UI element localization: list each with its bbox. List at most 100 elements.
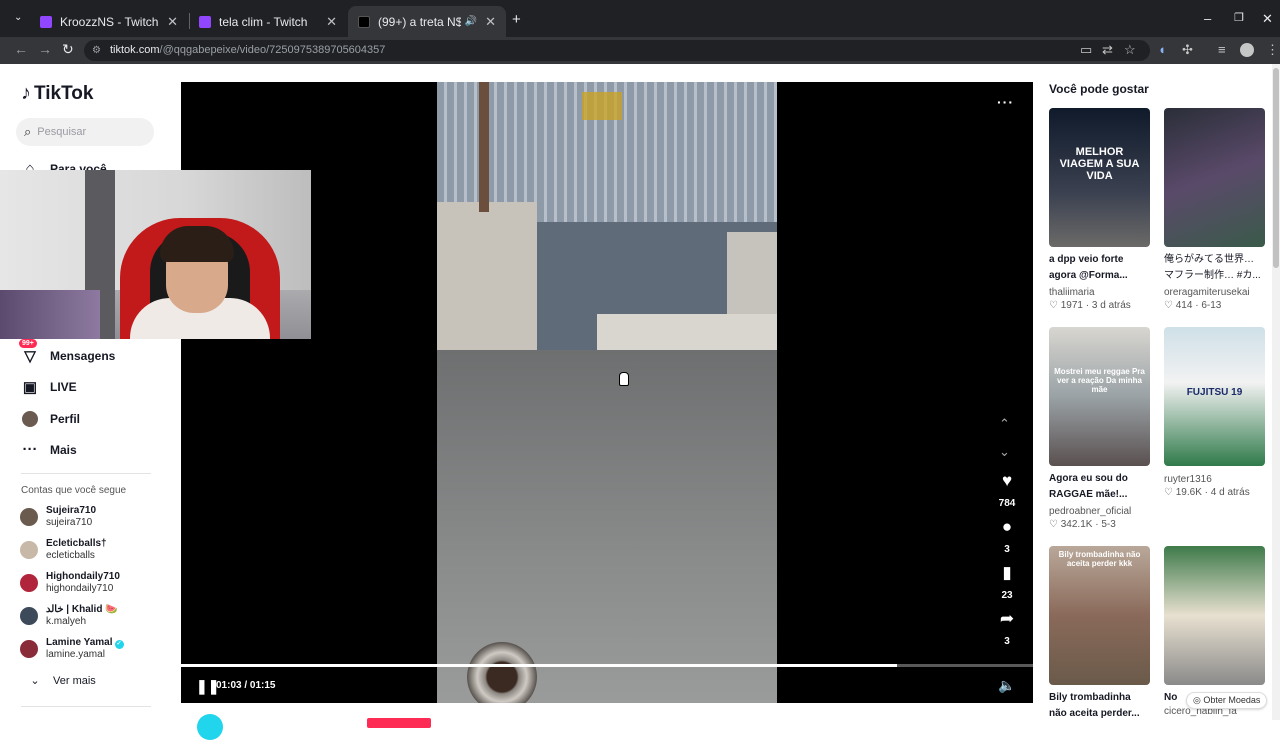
address-toolbar: ← → ↻ ⚙ tiktok.com/@qqgabepeixe/video/72… bbox=[0, 37, 1280, 64]
thumbnail-overlay-text: Mostrei meu reggae Pra ver a reação Da m… bbox=[1054, 367, 1145, 394]
rec-user: thaliimaria bbox=[1049, 287, 1095, 298]
rec-caption: a dpp veio forte agora @Forma... bbox=[1049, 254, 1128, 281]
logo-text: TikTok bbox=[34, 82, 94, 104]
rec-thumbnail: Mostrei meu reggae Pra ver a reação Da m… bbox=[1049, 327, 1150, 466]
extension-audio-icon[interactable]: ◖ bbox=[1158, 42, 1166, 57]
account-handle: k.malyeh bbox=[46, 616, 87, 627]
rec-card[interactable]: 俺らがみてる世界… マフラー制作… #カ... oreragamiterusek… bbox=[1164, 108, 1265, 311]
rec-likes: 19.6K bbox=[1175, 487, 1202, 498]
video-scene-sign bbox=[582, 92, 622, 120]
maximize-icon[interactable]: ❐ bbox=[1234, 11, 1244, 24]
rec-likes: 1971 bbox=[1060, 300, 1083, 311]
like-icon[interactable]: ♥ bbox=[991, 472, 1023, 490]
back-icon[interactable]: ← bbox=[14, 41, 28, 57]
nav-live[interactable]: ▣ LIVE bbox=[20, 378, 77, 396]
nav-label: LIVE bbox=[50, 380, 77, 394]
forward-icon[interactable]: → bbox=[38, 41, 52, 57]
new-tab-button[interactable]: + bbox=[512, 11, 521, 28]
profile-avatar-icon[interactable] bbox=[1240, 43, 1254, 57]
more-icon: ··· bbox=[22, 441, 38, 458]
rec-thumbnail bbox=[1164, 108, 1265, 247]
webcam-light bbox=[0, 290, 100, 339]
search-placeholder: Pesquisar bbox=[37, 126, 87, 138]
following-account-ecleticballs[interactable]: Ecleticballs† ecleticballs bbox=[20, 538, 107, 562]
nav-label: Mensagens bbox=[50, 349, 116, 363]
thumbnail-overlay-text: FUJITSU 19 bbox=[1186, 387, 1243, 398]
reload-icon[interactable]: ↻ bbox=[62, 41, 74, 58]
like-count: 784 bbox=[998, 498, 1016, 509]
page-scrollbar[interactable] bbox=[1272, 64, 1280, 720]
following-account-lamine-yamal[interactable]: Lamine Yamal ✓ lamine.yamal bbox=[20, 637, 124, 661]
next-video-icon[interactable]: ⌄ bbox=[999, 444, 1010, 460]
rec-caption: Agora eu sou do RAGGAE mãe!... bbox=[1049, 473, 1128, 500]
close-tab-icon[interactable]: ✕ bbox=[326, 14, 337, 30]
rec-card[interactable]: Bily trombadinha não aceita perder kkk B… bbox=[1049, 546, 1150, 722]
coin-icon: ◎ bbox=[1193, 695, 1201, 705]
tiktok-logo[interactable]: ♪ TikTok bbox=[21, 82, 93, 105]
translate-icon[interactable]: ⇄ bbox=[1102, 42, 1113, 58]
tab-kroozzns[interactable]: KroozzNS - Twitch ✕ bbox=[30, 6, 188, 37]
get-coins-button[interactable]: ◎ Obter Moedas bbox=[1186, 692, 1268, 709]
close-tab-icon[interactable]: ✕ bbox=[485, 14, 496, 30]
recommendations-title: Você pode gostar bbox=[1049, 82, 1149, 96]
site-info-icon[interactable]: ⚙ bbox=[92, 40, 101, 61]
audio-playing-icon[interactable]: 🔊 bbox=[465, 16, 477, 27]
rec-date: 5-3 bbox=[1101, 519, 1116, 530]
account-name: خالد | Khalid 🍉 bbox=[46, 604, 118, 615]
close-window-icon[interactable]: ✕ bbox=[1262, 11, 1273, 27]
previous-video-icon[interactable]: ⌃ bbox=[999, 416, 1010, 432]
media-control-icon[interactable]: ≡ bbox=[1218, 42, 1226, 57]
video-actions: ♥ 784 ● 3 ▮ 23 ➦ 3 bbox=[991, 472, 1023, 656]
volume-icon[interactable]: 🔈 bbox=[998, 677, 1015, 694]
account-handle: sujeira710 bbox=[46, 517, 93, 528]
see-more-label: Ver mais bbox=[53, 674, 96, 687]
comment-icon[interactable]: ● bbox=[991, 518, 1023, 536]
get-coins-label: Obter Moedas bbox=[1203, 695, 1261, 705]
nav-more[interactable]: ··· Mais bbox=[20, 441, 77, 458]
following-account-khalid[interactable]: خالد | Khalid 🍉 k.malyeh bbox=[20, 604, 118, 628]
nav-label: Perfil bbox=[50, 411, 81, 426]
video-progress-bar[interactable] bbox=[181, 664, 1033, 667]
search-input[interactable]: ⌕ Pesquisar bbox=[16, 118, 154, 146]
nav-messages[interactable]: ▽ 99+ Mensagens bbox=[19, 339, 116, 365]
tab-tela-clim[interactable]: tela clim - Twitch ✕ bbox=[189, 6, 347, 37]
video-more-options-icon[interactable]: ··· bbox=[997, 94, 1014, 110]
account-name: Ecleticballs† bbox=[46, 538, 107, 549]
tab-search-icon[interactable]: ⌄ bbox=[14, 12, 22, 23]
webcam-person-hair bbox=[160, 226, 234, 262]
rec-stats: ♡ 19.6K · 4 d atrás bbox=[1164, 487, 1250, 498]
share-icon[interactable]: ➦ bbox=[991, 610, 1023, 628]
url-field[interactable]: ⚙ tiktok.com/@qqgabepeixe/video/72509753… bbox=[84, 40, 1150, 61]
rec-date: 4 d atrás bbox=[1210, 487, 1250, 498]
chrome-menu-icon[interactable]: ⋮ bbox=[1266, 42, 1279, 58]
video-frame bbox=[437, 82, 777, 703]
avatar bbox=[20, 574, 38, 592]
avatar bbox=[20, 640, 38, 658]
avatar bbox=[20, 541, 38, 559]
see-more-button[interactable]: ⌄ Ver mais bbox=[25, 674, 96, 688]
extensions-icon[interactable]: ✣ bbox=[1182, 42, 1193, 58]
tab-tiktok-video[interactable]: (99+) a treta N$ vs PJL na r 🔊 ✕ bbox=[348, 6, 506, 37]
rec-likes: 414 bbox=[1175, 300, 1193, 311]
rec-user: ruyter1316 bbox=[1164, 474, 1212, 485]
video-scene-weapon bbox=[467, 642, 537, 703]
verified-badge-icon: ✓ bbox=[114, 640, 124, 649]
rec-thumbnail bbox=[1164, 546, 1265, 685]
rec-card[interactable]: FUJITSU 19 ruyter1316 ♡ 19.6K · 4 d atrá… bbox=[1164, 327, 1265, 498]
nav-profile[interactable]: Perfil bbox=[20, 410, 81, 428]
bookmark-star-icon[interactable]: ☆ bbox=[1124, 42, 1136, 58]
rec-thumbnail: MELHOR VIAGEM A SUA VIDA bbox=[1049, 108, 1150, 247]
rec-card[interactable]: MELHOR VIAGEM A SUA VIDA a dpp veio fort… bbox=[1049, 108, 1150, 311]
following-account-highondaily710[interactable]: Highondaily710 highondaily710 bbox=[20, 571, 120, 595]
url-path: /@qqgabepeixe/video/7250975389705604357 bbox=[159, 44, 386, 56]
minimize-icon[interactable]: – bbox=[1204, 11, 1211, 26]
tiktok-favicon-icon bbox=[358, 15, 370, 28]
author-avatar[interactable] bbox=[197, 714, 223, 740]
scrollbar-thumb[interactable] bbox=[1273, 68, 1279, 268]
rec-card[interactable]: Mostrei meu reggae Pra ver a reação Da m… bbox=[1049, 327, 1150, 530]
following-account-sujeira710[interactable]: Sujeira710 sujeira710 bbox=[20, 505, 96, 529]
bookmark-icon[interactable]: ▮ bbox=[991, 564, 1023, 582]
close-tab-icon[interactable]: ✕ bbox=[167, 14, 178, 30]
cast-icon[interactable]: ▭ bbox=[1080, 42, 1092, 58]
share-count: 3 bbox=[1004, 636, 1010, 647]
